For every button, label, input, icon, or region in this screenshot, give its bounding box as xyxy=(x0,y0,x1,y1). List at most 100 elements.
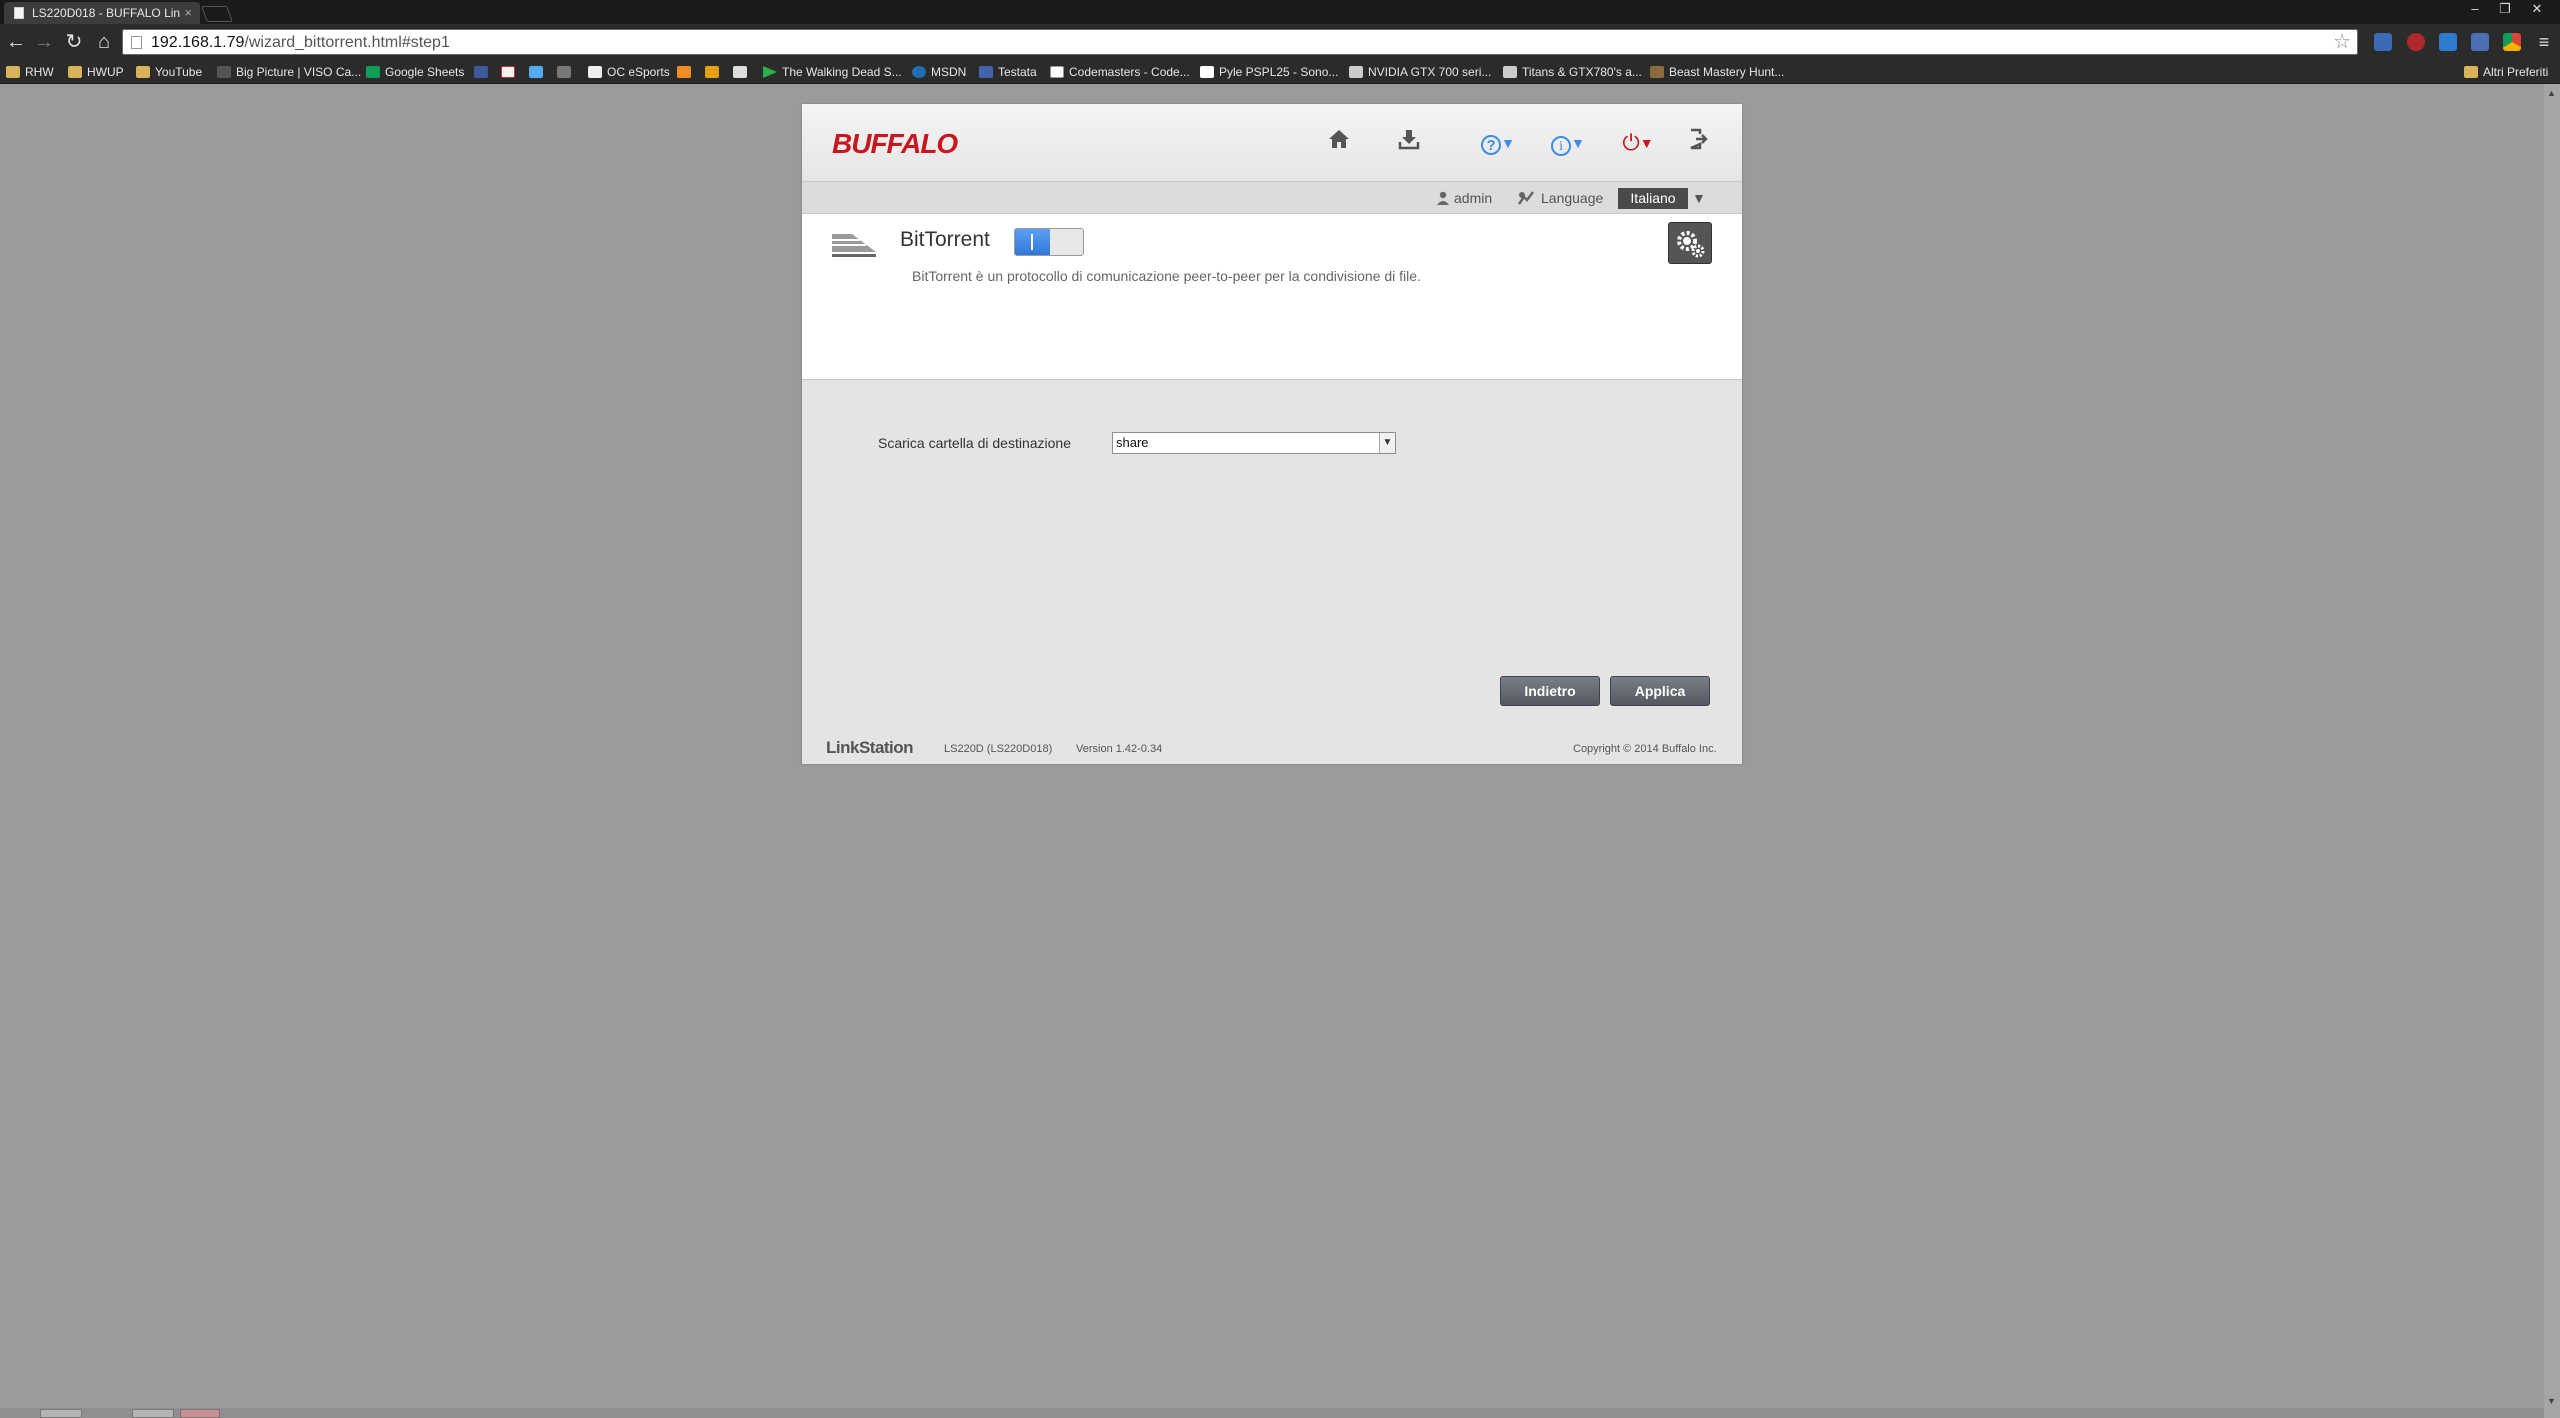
back-arrow-icon[interactable]: ← xyxy=(4,30,28,54)
chrome-extension-icon[interactable] xyxy=(2503,33,2521,51)
gmail-icon xyxy=(501,66,515,78)
copyright-text: Copyright © 2014 Buffalo Inc. xyxy=(1573,743,1717,755)
translate-extension-icon[interactable] xyxy=(2471,33,2489,51)
codemasters-icon xyxy=(1050,66,1064,78)
bookmark-item[interactable] xyxy=(501,60,520,84)
chevron-down-icon[interactable]: ▼ xyxy=(1379,433,1395,453)
page-icon xyxy=(588,66,602,78)
bookmark-item[interactable]: Big Picture | VISO Ca... xyxy=(217,60,361,84)
bookmark-item[interactable]: YouTube xyxy=(136,60,202,84)
scroll-up-icon[interactable]: ▲ xyxy=(2547,88,2556,98)
scroll-down-icon[interactable]: ▼ xyxy=(2547,1396,2556,1406)
info-icon: i xyxy=(1551,136,1572,156)
bookmark-item[interactable] xyxy=(557,60,576,84)
back-button[interactable]: Indietro xyxy=(1500,676,1600,706)
model-text: LS220D (LS220D018) xyxy=(944,743,1053,755)
destination-folder-label: Scarica cartella di destinazione xyxy=(878,435,1071,451)
bookmark-item[interactable]: Google Sheets xyxy=(366,60,464,84)
user-info: admin xyxy=(1436,182,1492,214)
browser-toolbar: ← → ↻ ⌂ 192.168.1.79/wizard_bittorrent.h… xyxy=(0,24,2560,60)
power-icon: ⏻ xyxy=(1622,130,1640,155)
bookmark-item[interactable]: NVIDIA GTX 700 seri... xyxy=(1349,60,1491,84)
bookmark-item[interactable]: The Walking Dead S... xyxy=(763,60,902,84)
facebook-icon xyxy=(474,66,488,78)
bookmark-star-icon[interactable]: ☆ xyxy=(2333,30,2351,54)
download-extension-icon[interactable] xyxy=(2374,33,2392,51)
power-menu[interactable]: ⏻▼ xyxy=(1616,128,1660,158)
page-icon xyxy=(14,7,24,19)
close-window-button[interactable]: ✕ xyxy=(2522,0,2552,20)
bookmark-item[interactable]: Testata xyxy=(979,60,1037,84)
new-tab-button[interactable] xyxy=(201,6,233,22)
apply-button[interactable]: Applica xyxy=(1610,676,1710,706)
info-menu[interactable]: i ▼ xyxy=(1546,128,1590,158)
bookmark-item[interactable] xyxy=(529,60,548,84)
bookmark-item[interactable] xyxy=(677,60,696,84)
bookmark-item[interactable] xyxy=(474,60,493,84)
address-bar[interactable]: 192.168.1.79/wizard_bittorrent.html#step… xyxy=(122,29,2358,55)
twitter-icon xyxy=(529,66,543,78)
bookmark-item[interactable] xyxy=(733,60,752,84)
page-title: BitTorrent xyxy=(900,228,990,251)
folder-icon xyxy=(6,66,20,78)
help-menu[interactable]: ? ▼ xyxy=(1476,128,1520,158)
bookmark-item[interactable]: Beast Mastery Hunt... xyxy=(1650,60,1784,84)
viso-icon xyxy=(217,66,231,78)
check-extension-icon[interactable] xyxy=(2439,33,2457,51)
tab-title: LS220D018 - BUFFALO Lin xyxy=(32,6,181,20)
browser-titlebar: LS220D018 - BUFFALO Lin × – ❐ ✕ xyxy=(0,0,2560,24)
testata-icon xyxy=(979,66,993,78)
page-icon xyxy=(131,36,142,49)
other-bookmarks[interactable]: Altri Preferiti xyxy=(2464,60,2548,84)
browser-tab[interactable]: LS220D018 - BUFFALO Lin × xyxy=(4,2,200,24)
robot-icon xyxy=(733,66,747,78)
bookmark-item[interactable]: RHW xyxy=(6,60,54,84)
msdn-icon xyxy=(912,66,926,78)
amazon-icon xyxy=(1200,66,1214,78)
taskbar-thumb[interactable] xyxy=(132,1409,174,1418)
chevron-down-icon: ▼ xyxy=(1639,135,1654,151)
help-icon: ? xyxy=(1481,135,1502,155)
logout-icon[interactable] xyxy=(1684,128,1714,158)
bittorrent-toggle[interactable] xyxy=(1014,228,1084,256)
url-text[interactable]: 192.168.1.79/wizard_bittorrent.html#step… xyxy=(151,30,450,56)
chevron-down-icon: ▼ xyxy=(1571,135,1585,151)
bookmark-item[interactable]: Titans & GTX780's a... xyxy=(1503,60,1642,84)
vertical-scrollbar[interactable] xyxy=(2544,84,2560,1418)
version-text: Version 1.42-0.34 xyxy=(1076,743,1163,755)
destination-folder-value: share xyxy=(1116,435,1149,450)
taskbar-thumb[interactable] xyxy=(40,1409,82,1418)
download-icon[interactable] xyxy=(1394,128,1424,158)
sheets-icon xyxy=(366,66,380,78)
username: admin xyxy=(1454,190,1493,206)
chevron-down-icon: ▼ xyxy=(1501,135,1515,151)
forward-arrow-icon[interactable]: → xyxy=(32,30,56,54)
play-icon xyxy=(763,66,777,78)
buffalo-logo: BUFFALO xyxy=(832,128,958,159)
taskbar-thumb[interactable] xyxy=(180,1409,220,1418)
page-description: BitTorrent è un protocollo di comunicazi… xyxy=(912,268,1421,284)
bookmark-item[interactable]: OC eSports xyxy=(588,60,670,84)
settings-button[interactable] xyxy=(1668,222,1712,264)
bookmark-item[interactable]: HWUP xyxy=(68,60,124,84)
adblock-extension-icon[interactable] xyxy=(2407,33,2425,51)
gears-icon xyxy=(1677,231,1705,258)
bookmark-item[interactable]: Codemasters - Code... xyxy=(1050,60,1190,84)
bookmark-item[interactable]: MSDN xyxy=(912,60,966,84)
linkstation-brand: LinkStation xyxy=(826,738,914,757)
bookmark-item[interactable] xyxy=(705,60,724,84)
bookmarks-bar: RHW HWUP YouTube Big Picture | VISO Ca..… xyxy=(0,60,2560,84)
minimize-button[interactable]: – xyxy=(2460,0,2490,20)
home-icon[interactable]: ⌂ xyxy=(92,30,116,54)
tab-close-icon[interactable]: × xyxy=(184,2,192,24)
bookmark-item[interactable]: Pyle PSPL25 - Sono... xyxy=(1200,60,1338,84)
destination-folder-select[interactable]: share ▼ xyxy=(1112,432,1396,454)
menu-icon[interactable]: ≡ xyxy=(2532,30,2556,54)
home-icon[interactable] xyxy=(1324,128,1354,158)
wizard-card: BUFFALO ? ▼ i ▼ ⏻▼ admin Language Italiano… xyxy=(802,104,1742,764)
reload-icon[interactable]: ↻ xyxy=(62,30,86,54)
restore-button[interactable]: ❐ xyxy=(2490,0,2520,20)
language-label: Language xyxy=(1517,182,1603,214)
chevron-down-icon[interactable]: ▼ xyxy=(1692,182,1706,214)
language-select[interactable]: Italiano xyxy=(1618,188,1688,209)
